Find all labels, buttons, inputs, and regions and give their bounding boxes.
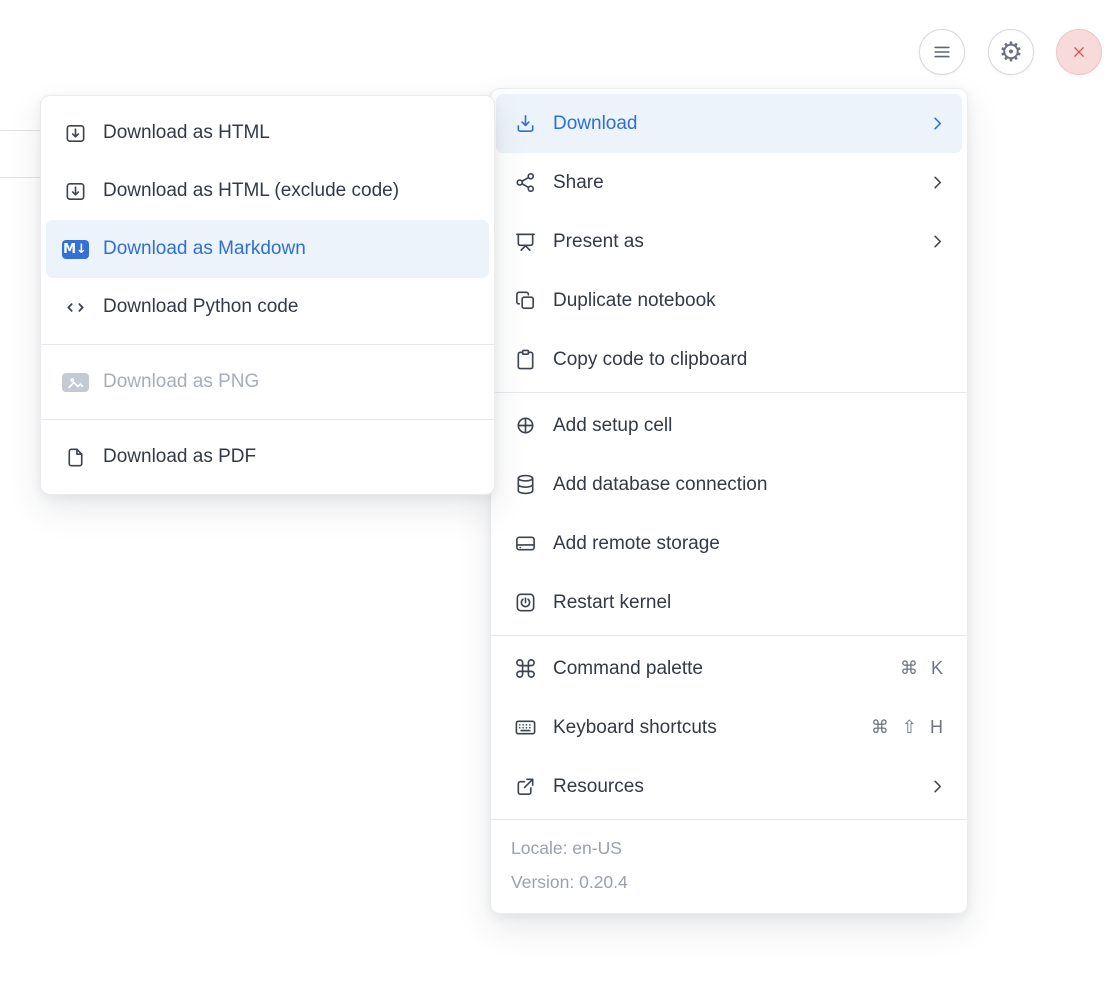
submenu-item-label: Download Python code [103,296,474,318]
background-rule [0,130,41,131]
download-icon [511,112,539,135]
share-icon [511,171,539,194]
menu-item-add-database-connection[interactable]: Add database connection [496,455,962,514]
close-icon [1069,42,1089,62]
code-icon [61,296,89,319]
download-submenu: Download as HTML Download as HTML (exclu… [40,95,495,495]
menu-item-resources[interactable]: Resources [496,757,962,816]
menu-item-present-as[interactable]: Present as [496,212,962,271]
hard-drive-icon [511,532,539,555]
notebook-actions-menu: Download Share Present as Duplicate note… [490,88,968,914]
menu-item-copy-code-to-clipboard[interactable]: Copy code to clipboard [496,330,962,389]
background-rule [0,177,41,178]
hamburger-menu-button[interactable] [919,29,965,75]
image-icon [61,373,89,392]
menu-item-label: Duplicate notebook [553,290,947,312]
menu-item-label: Keyboard shortcuts [553,717,871,739]
version-text: Version: 0.20.4 [511,865,947,899]
menu-item-download[interactable]: Download [496,94,962,153]
locale-text: Locale: en-US [511,831,947,865]
submenu-item-download-as-pdf[interactable]: Download as PDF [46,428,489,486]
shortcut-hint: ⌘ ⇧ H [871,717,947,738]
markdown-badge: M↓ [62,240,89,259]
presentation-icon [511,230,539,253]
close-button[interactable] [1056,29,1102,75]
menu-item-label: Download [553,113,928,135]
settings-button[interactable]: ⚙ [988,29,1034,75]
menu-item-label: Share [553,172,928,194]
chevron-right-icon [928,232,947,251]
menu-item-share[interactable]: Share [496,153,962,212]
command-icon [511,657,539,680]
menu-divider [491,819,967,820]
menu-item-add-setup-cell[interactable]: Add setup cell [496,396,962,455]
submenu-item-label: Download as HTML (exclude code) [103,180,474,202]
submenu-item-download-as-html-exclude-code[interactable]: Download as HTML (exclude code) [46,162,489,220]
gear-icon: ⚙ [999,39,1023,66]
plus-circle-icon [511,414,539,437]
box-download-icon [61,122,89,145]
menu-item-label: Command palette [553,658,900,680]
hamburger-icon [931,41,953,63]
menu-item-label: Add setup cell [553,415,947,437]
clipboard-icon [511,348,539,371]
menu-item-label: Restart kernel [553,592,947,614]
menu-item-label: Add remote storage [553,533,947,555]
menu-item-label: Copy code to clipboard [553,349,947,371]
menu-item-command-palette[interactable]: Command palette ⌘ K [496,639,962,698]
submenu-item-label: Download as HTML [103,122,474,144]
submenu-item-label: Download as PDF [103,446,474,468]
database-icon [511,473,539,496]
menu-divider [41,419,494,420]
power-icon [511,591,539,614]
submenu-item-label: Download as PNG [103,371,474,393]
submenu-item-download-as-html[interactable]: Download as HTML [46,104,489,162]
menu-item-duplicate-notebook[interactable]: Duplicate notebook [496,271,962,330]
menu-item-label: Add database connection [553,474,947,496]
chevron-right-icon [928,114,947,133]
external-link-icon [511,775,539,798]
menu-item-keyboard-shortcuts[interactable]: Keyboard shortcuts ⌘ ⇧ H [496,698,962,757]
menu-item-label: Resources [553,776,928,798]
submenu-item-download-python-code[interactable]: Download Python code [46,278,489,336]
markdown-badge-icon: M↓ [61,240,89,259]
menu-item-label: Present as [553,231,928,253]
menu-divider [491,635,967,636]
submenu-item-download-as-markdown[interactable]: M↓ Download as Markdown [46,220,489,278]
file-icon [61,446,89,469]
menu-divider [491,392,967,393]
chevron-right-icon [928,173,947,192]
duplicate-icon [511,289,539,312]
menu-footer: Locale: en-US Version: 0.20.4 [491,823,967,909]
submenu-item-label: Download as Markdown [103,238,474,260]
menu-item-add-remote-storage[interactable]: Add remote storage [496,514,962,573]
shortcut-hint: ⌘ K [900,658,947,679]
menu-divider [41,344,494,345]
submenu-item-download-as-png[interactable]: Download as PNG [46,353,489,411]
menu-item-restart-kernel[interactable]: Restart kernel [496,573,962,632]
chevron-right-icon [928,777,947,796]
keyboard-icon [511,716,539,739]
box-download-icon [61,180,89,203]
